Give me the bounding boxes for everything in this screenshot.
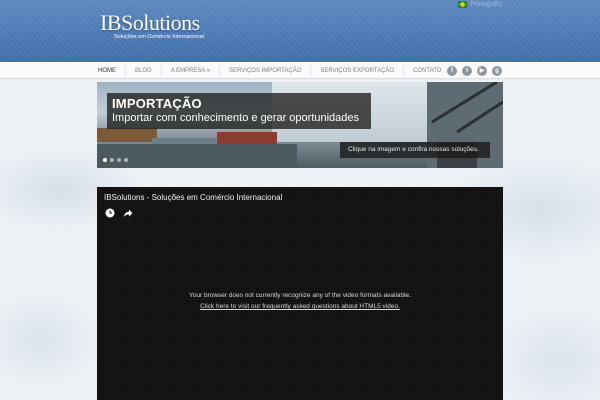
video-help-link[interactable]: Click here to visit our frequently asked…: [97, 303, 503, 310]
slide-subtitle: Importar com conhecimento e gerar oportu…: [112, 112, 360, 124]
video-title[interactable]: IBSolutions - Soluções em Comércio Inter…: [104, 193, 282, 202]
video-player[interactable]: IBSolutions - Soluções em Comércio Inter…: [97, 187, 503, 400]
slide-caption: IMPORTAÇÃO Importar com conhecimento e g…: [107, 93, 371, 129]
social-links: f t ▶ g: [447, 66, 502, 76]
slide-cta-text: Clique na imagem e confira nossas soluçõ…: [348, 146, 479, 153]
video-error-message: Your browser does not currently recogniz…: [189, 292, 411, 299]
logo-title: IBSolutions: [100, 10, 200, 35]
slider-pagination: [103, 158, 128, 162]
slider-dot[interactable]: [103, 158, 107, 162]
slider-dot[interactable]: [117, 158, 121, 162]
youtube-icon[interactable]: ▶: [477, 66, 487, 76]
nav-item-empresa[interactable]: A EMPRESA »: [160, 66, 219, 77]
hero-slider[interactable]: IMPORTAÇÃO Importar com conhecimento e g…: [97, 82, 503, 168]
google-plus-icon[interactable]: g: [492, 66, 502, 76]
nav-item-contato[interactable]: CONTATO: [403, 66, 450, 77]
language-switcher[interactable]: Português: [458, 1, 502, 8]
nav-item-blog[interactable]: BLOG: [125, 66, 161, 77]
slider-dot[interactable]: [124, 158, 128, 162]
site-header: IBSolutions Soluções em Comércio Interna…: [0, 0, 600, 62]
facebook-icon[interactable]: f: [447, 66, 457, 76]
nav-item-home[interactable]: HOME: [97, 66, 125, 77]
main-nav: HOME BLOG A EMPRESA » SERVIÇOS IMPORTAÇÃ…: [0, 62, 600, 79]
watch-later-icon[interactable]: [105, 208, 115, 218]
slider-dot[interactable]: [110, 158, 114, 162]
nav-item-servicos-exportacao[interactable]: SERVIÇOS EXPORTAÇÃO: [310, 66, 403, 77]
slide-cta[interactable]: Clique na imagem e confira nossas soluçõ…: [340, 142, 490, 158]
language-label: Português: [470, 1, 502, 8]
slide-container-image: [97, 128, 157, 142]
share-icon[interactable]: [123, 208, 133, 218]
nav-item-servicos-importacao[interactable]: SERVIÇOS IMPORTAÇÃO: [219, 66, 310, 77]
slide-container-image: [97, 144, 297, 168]
logo-subtitle: Soluções em Comércio Internacional: [114, 34, 204, 40]
brazil-flag-icon: [458, 1, 468, 8]
twitter-icon[interactable]: t: [462, 66, 472, 76]
slide-title: IMPORTAÇÃO: [112, 96, 202, 111]
site-logo[interactable]: IBSolutions Soluções em Comércio Interna…: [100, 10, 210, 44]
